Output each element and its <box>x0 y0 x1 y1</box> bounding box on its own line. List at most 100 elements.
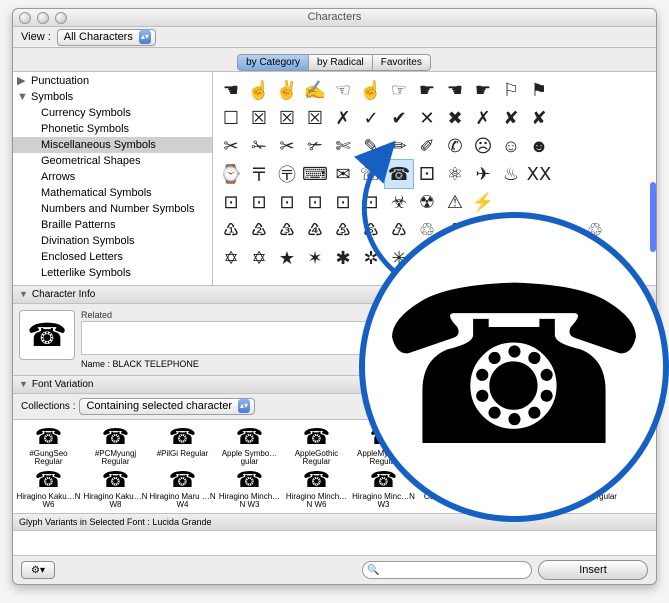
glyph-cell[interactable]: ✃ <box>301 132 329 160</box>
insert-button[interactable]: Insert <box>538 560 648 580</box>
font-swatch[interactable]: ☎#GungSeo Regular <box>15 424 82 467</box>
glyph-cell[interactable]: ✲ <box>357 244 385 272</box>
font-swatch[interactable]: ☎AppleGothic Regular <box>283 424 350 467</box>
glyph-cell[interactable]: ♳ <box>217 216 245 244</box>
glyph-cell[interactable]: ☞ <box>385 76 413 104</box>
glyph-cell[interactable]: ♹ <box>385 216 413 244</box>
tree-item[interactable]: Miscellaneous Symbols <box>13 137 212 153</box>
glyph-cell[interactable]: ✏ <box>385 132 413 160</box>
glyph-cell[interactable]: ⊡ <box>357 188 385 216</box>
glyph-cell[interactable]: ✕ <box>413 104 441 132</box>
glyph-cell[interactable]: ⌚ <box>217 160 245 188</box>
glyph-cell[interactable]: ♾ <box>553 216 581 244</box>
font-swatch[interactable]: ☎Hiragino Kaku… <box>551 424 618 467</box>
tab-by-radical[interactable]: by Radical <box>308 54 373 71</box>
glyph-cell[interactable]: ✱ <box>329 244 357 272</box>
glyph-cell[interactable]: ✵ <box>441 244 469 272</box>
glyph-cell[interactable]: ☏ <box>357 160 385 188</box>
glyph-cell[interactable]: ♲ <box>581 216 609 244</box>
glyph-cell[interactable]: ☛ <box>413 76 441 104</box>
glyph-cell[interactable]: ⚀ <box>413 160 441 188</box>
glyph-cell[interactable]: ♼ <box>497 216 525 244</box>
glyph-cell[interactable]: ♴ <box>245 216 273 244</box>
glyph-cell[interactable]: ♺ <box>441 216 469 244</box>
glyph-cell[interactable]: ✱ <box>469 244 497 272</box>
glyph-cell[interactable]: ☚ <box>217 76 245 104</box>
view-select[interactable]: All Characters ▴▾ <box>57 29 156 46</box>
tree-item[interactable]: Currency Symbols <box>13 105 212 121</box>
glyph-cell[interactable]: ✘ <box>497 104 525 132</box>
font-swatch[interactable]: ☎Hiragino Minch…N W6 <box>283 467 350 510</box>
glyph-cell[interactable]: ⊡ <box>301 188 329 216</box>
tree-item[interactable]: Braille Patterns <box>13 217 212 233</box>
font-swatch[interactable]: ☎Hiragino Maru …N W4 <box>149 467 216 510</box>
font-swatch[interactable]: ☎Hiragino Kaku…N W8 <box>82 467 149 510</box>
glyph-grid[interactable]: ☚☝✌✍☜☝☞☛☚☛⚐⚑☐☒☒☒✗✓✔✕✖✗✘✘✂✁✂✃✄✎✏✐✆☹☺☻⌚〒〶⌨… <box>213 72 656 285</box>
tree-item[interactable]: Arrows <box>13 169 212 185</box>
glyph-cell[interactable]: ✡ <box>245 244 273 272</box>
glyph-cell[interactable]: ☣ <box>385 188 413 216</box>
glyph-cell[interactable]: ☒ <box>301 104 329 132</box>
glyph-cell[interactable]: ☒ <box>245 104 273 132</box>
glyph-cell[interactable]: ✔ <box>385 104 413 132</box>
glyph-cell[interactable]: ☛ <box>469 76 497 104</box>
glyph-cell[interactable]: ✗ <box>329 104 357 132</box>
glyph-variants-box[interactable] <box>13 531 656 556</box>
glyph-cell[interactable]: ⚐ <box>497 76 525 104</box>
tree-item[interactable]: Enclosed Letters <box>13 249 212 265</box>
glyph-cell[interactable]: ☢ <box>413 188 441 216</box>
glyph-cell[interactable]: ✍ <box>301 76 329 104</box>
font-variation-header[interactable]: ▼ Font Variation <box>13 375 656 394</box>
tree-group[interactable]: ▶Punctuation <box>13 72 212 89</box>
font-swatch[interactable]: ☎#PCMyungj Regular <box>82 424 149 467</box>
glyph-cell[interactable]: ♷ <box>329 216 357 244</box>
minimize-icon[interactable] <box>37 12 49 24</box>
font-swatch[interactable]: ☎Hiragino Kaku…N W6 <box>15 467 82 510</box>
font-swatch[interactable]: ☎#PilGi Regular <box>149 424 216 467</box>
glyph-cell[interactable]: ⌨ <box>301 160 329 188</box>
glyph-cell[interactable]: ♲ <box>413 216 441 244</box>
glyph-cell[interactable]: ✌ <box>273 76 301 104</box>
glyph-cell[interactable]: ♽ <box>525 216 553 244</box>
font-swatch[interactable]: ☎AppleMyungj o Regular <box>350 424 417 467</box>
glyph-cell[interactable]: 〶 <box>273 160 301 188</box>
font-swatch-grid[interactable]: ☎#GungSeo Regular☎#PCMyungj Regular☎#Pil… <box>13 419 656 514</box>
search-field[interactable]: 🔍 <box>362 561 532 579</box>
glyph-cell[interactable]: ✐ <box>413 132 441 160</box>
font-swatch[interactable]: ☎Hiragino Kaku…N W3 <box>484 424 551 467</box>
tree-item[interactable]: Geometrical Shapes <box>13 153 212 169</box>
glyph-cell[interactable]: ☝ <box>357 76 385 104</box>
glyph-cell[interactable]: ⚡ <box>469 188 497 216</box>
glyph-cell[interactable]: ⚠ <box>441 188 469 216</box>
glyph-cell[interactable]: ✗ <box>469 104 497 132</box>
font-swatch[interactable]: ☎Hiragino Minc…N W3 <box>350 467 417 510</box>
glyph-cell[interactable]: ✖ <box>441 104 469 132</box>
glyph-cell[interactable]: ♻ <box>469 216 497 244</box>
related-box[interactable] <box>81 321 650 355</box>
zoom-icon[interactable] <box>55 12 67 24</box>
tree-item[interactable]: Phonetic Symbols <box>13 121 212 137</box>
glyph-cell[interactable]: ☐ <box>217 104 245 132</box>
glyph-cell[interactable]: ✡ <box>217 244 245 272</box>
glyph-cell[interactable]: ♶ <box>301 216 329 244</box>
glyph-cell[interactable]: ⚑ <box>525 76 553 104</box>
font-swatch[interactable]: ☎Zapf Dingb…gular <box>551 467 618 510</box>
glyph-cell[interactable]: ✶ <box>301 244 329 272</box>
tab-by-category[interactable]: by Category <box>237 54 309 71</box>
glyph-cell[interactable]: ⊡ <box>329 188 357 216</box>
category-tree[interactable]: ▶Punctuation▼SymbolsCurrency SymbolsPhon… <box>13 72 213 285</box>
glyph-cell[interactable]: ✳ <box>385 244 413 272</box>
glyph-cell[interactable]: ✄ <box>329 132 357 160</box>
tree-item[interactable]: Letterlike Symbols <box>13 265 212 281</box>
font-swatch[interactable]: ☎Hiragino Minch…N W3 <box>216 467 283 510</box>
glyph-cell[interactable]: ☒ <box>273 104 301 132</box>
glyph-cell[interactable]: ✂ <box>273 132 301 160</box>
glyph-cell[interactable]: ☝ <box>245 76 273 104</box>
tree-group[interactable]: ▼Symbols <box>13 89 212 105</box>
glyph-cell[interactable]: ☎ <box>385 160 413 188</box>
glyph-cell[interactable]: ♸ <box>357 216 385 244</box>
tree-item[interactable]: Numbers and Number Symbols <box>13 201 212 217</box>
glyph-cell[interactable]: ✈ <box>469 160 497 188</box>
glyph-cell[interactable]: ✓ <box>357 104 385 132</box>
glyph-cell[interactable]: ✆ <box>441 132 469 160</box>
